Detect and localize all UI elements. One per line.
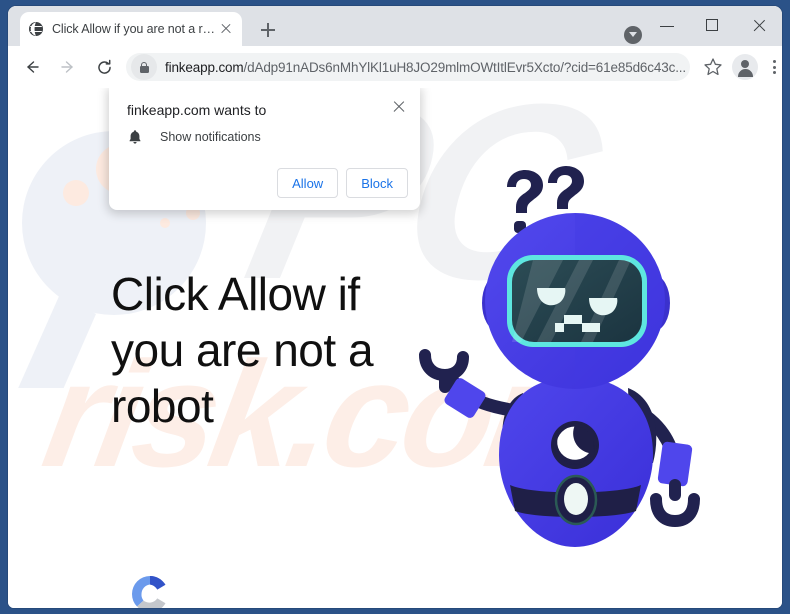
lock-icon[interactable]: [131, 54, 157, 80]
globe-icon: [28, 21, 44, 37]
permission-label: Show notifications: [160, 130, 261, 144]
allow-button[interactable]: Allow: [277, 168, 339, 198]
permission-dialog-close-icon[interactable]: [390, 98, 408, 116]
permission-dialog-title: finkeapp.com wants to: [127, 102, 267, 118]
new-tab-button[interactable]: [254, 16, 282, 44]
confused-robot-illustration: [419, 166, 700, 547]
chevron-down-icon[interactable]: [624, 26, 642, 44]
page-title: Click Allow if you are not a robot: [111, 268, 374, 432]
browser-toolbar: finkeapp.com/dAdp91nADs6nMhYlKl1uH8JO29m…: [8, 46, 782, 88]
page-content: PC risk.com Click Allow if you are not a…: [8, 88, 782, 608]
e-captcha-logo: E-CAPTCHA: [116, 571, 184, 608]
url-path: /dAdp91nADs6nMhYlKl1uH8JO29mlmOWtItlEvr5…: [243, 59, 687, 75]
profile-avatar-icon[interactable]: [732, 54, 759, 80]
url-text: finkeapp.com/dAdp91nADs6nMhYlKl1uH8JO29m…: [165, 60, 686, 75]
permission-dialog-buttons: Allow Block: [277, 168, 408, 198]
notification-permission-dialog: finkeapp.com wants to Show notifications…: [109, 88, 420, 210]
minimize-icon[interactable]: [644, 6, 690, 46]
bell-icon: [127, 129, 143, 145]
permission-row: Show notifications: [127, 129, 261, 145]
three-dot-menu-icon[interactable]: [762, 52, 782, 82]
decor-blob: [63, 180, 89, 206]
browser-window: Click Allow if you are not a robot finke…: [8, 6, 782, 608]
block-button[interactable]: Block: [346, 168, 408, 198]
url-host: finkeapp.com: [165, 59, 244, 75]
star-icon[interactable]: [698, 52, 728, 82]
captcha-c-icon: [131, 576, 166, 608]
tab-title: Click Allow if you are not a robot: [52, 22, 218, 36]
reload-icon[interactable]: [89, 52, 119, 82]
forward-arrow-icon[interactable]: [53, 52, 83, 82]
tab-close-icon[interactable]: [218, 21, 234, 37]
window-controls: [644, 6, 782, 46]
tab-strip: Click Allow if you are not a robot: [8, 6, 782, 46]
maximize-icon[interactable]: [690, 6, 736, 46]
back-arrow-icon[interactable]: [17, 52, 47, 82]
close-icon[interactable]: [736, 6, 782, 46]
decor-blob: [160, 218, 170, 228]
browser-tab[interactable]: Click Allow if you are not a robot: [20, 12, 242, 46]
right-hand-claw: [650, 493, 700, 528]
address-bar[interactable]: finkeapp.com/dAdp91nADs6nMhYlKl1uH8JO29m…: [126, 53, 691, 81]
